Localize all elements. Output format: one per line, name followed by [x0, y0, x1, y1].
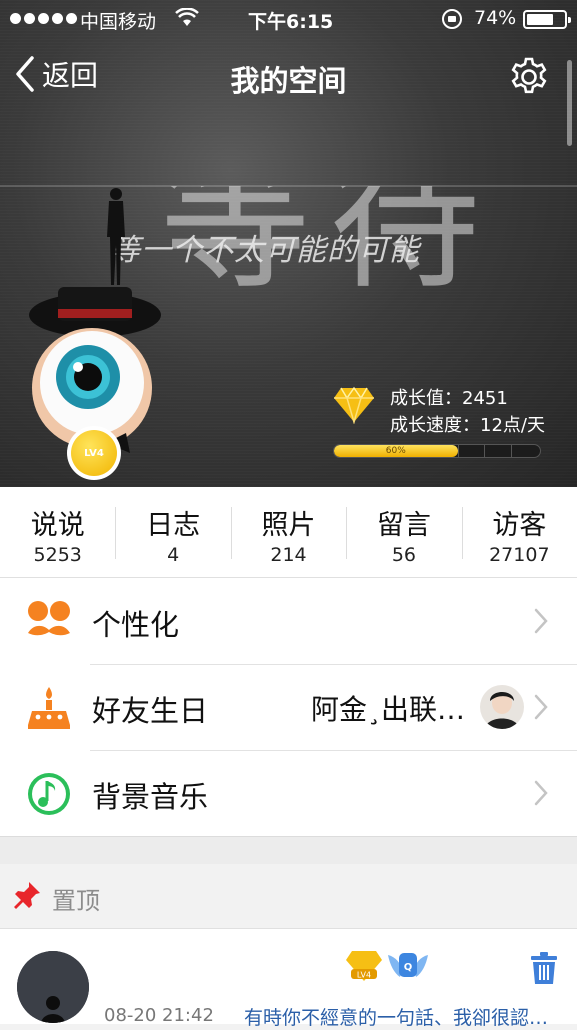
stat-label: 照片 [261, 510, 316, 541]
stat-label: 日志 [146, 510, 201, 541]
friend-avatar[interactable] [480, 685, 524, 729]
signal-strength-icon [10, 13, 77, 24]
stat-value: 4 [167, 544, 180, 566]
birthday-friends: 阿金¸出联… [310, 693, 465, 726]
menu-item-label: 好友生日 [92, 694, 209, 728]
level-badge-text: LV4 [71, 430, 117, 476]
gear-icon[interactable] [508, 56, 550, 98]
post-text[interactable]: 有時你不經意的一句話、我卻很認… [244, 1003, 548, 1030]
stats-bar: 说说 5253 日志 4 照片 214 留言 56 访客 27107 [0, 487, 577, 577]
stat-blog[interactable]: 日志 4 [115, 487, 230, 577]
stat-visitors[interactable]: 访客 27107 [461, 487, 577, 577]
status-bar: 中国移动 下午6:15 74% [0, 0, 577, 38]
chevron-right-icon [534, 608, 548, 634]
stat-label: 留言 [376, 510, 431, 541]
menu-item-background-music[interactable]: 背景音乐 [0, 750, 577, 836]
growth-speed: 成长速度：12点/天 [390, 415, 545, 436]
profile-cover: 等待 等一个不太可能的可能 中国移动 下午6:15 74% 返回 我的空间 LV… [0, 0, 577, 487]
page-title: 我的空间 [230, 64, 347, 98]
chevron-right-icon [534, 780, 548, 806]
growth-progress-text: 60% [385, 446, 406, 456]
stat-value: 56 [391, 544, 417, 566]
wifi-icon [175, 8, 199, 26]
growth-value: 成长值：2451 [390, 388, 508, 409]
birthday-cake-icon [28, 687, 70, 729]
music-note-icon [28, 773, 70, 815]
level-diamond-badge-icon: LV4 [346, 951, 382, 981]
menu-item-friend-birthday[interactable]: 好友生日 阿金¸出联… [0, 664, 577, 750]
svg-text:LV4: LV4 [357, 971, 371, 980]
pinned-header: 置顶 [0, 864, 577, 928]
chevron-right-icon [534, 694, 548, 720]
stat-label: 访客 [492, 510, 547, 541]
pinned-post[interactable]: LV4 Q 08-20 21:42 有時你不經意的一句話、我卻很認… [0, 928, 577, 1029]
scrollbar[interactable] [567, 60, 572, 146]
settings-menu: 个性化 好友生日 阿金¸出联… 背景音乐 [0, 577, 577, 836]
mustache-icon [28, 601, 70, 636]
menu-item-personalize[interactable]: 个性化 [0, 578, 577, 664]
post-time: 08-20 21:42 [104, 1005, 214, 1026]
section-divider [0, 836, 577, 864]
stat-value: 27107 [489, 544, 550, 566]
stat-messages[interactable]: 留言 56 [346, 487, 461, 577]
status-time: 下午6:15 [248, 11, 334, 33]
nav-bar: 返回 我的空间 [0, 46, 577, 106]
menu-item-label: 背景音乐 [92, 780, 209, 814]
menu-item-label: 个性化 [92, 608, 180, 642]
post-avatar[interactable] [17, 951, 89, 1023]
pinned-label: 置顶 [52, 887, 100, 915]
growth-progress-bar: 60% [333, 444, 541, 458]
svg-text:Q: Q [404, 962, 413, 973]
stat-value: 214 [270, 544, 307, 566]
stat-photos[interactable]: 照片 214 [230, 487, 346, 577]
stat-label: 说说 [30, 510, 85, 541]
delete-trash-icon[interactable] [530, 951, 558, 985]
vip-wing-badge-icon: Q [388, 953, 428, 977]
battery-icon [523, 10, 571, 29]
diamond-icon [334, 386, 374, 424]
rotation-lock-icon [442, 9, 462, 29]
pin-icon [14, 882, 40, 909]
stat-shuoshuo[interactable]: 说说 5253 [0, 487, 115, 577]
carrier-name: 中国移动 [80, 11, 157, 33]
level-badge: LV4 [67, 426, 121, 480]
standing-figure-icon [107, 188, 125, 285]
cover-script-text: 等一个不太可能的可能 [110, 233, 420, 268]
stat-value: 5253 [33, 544, 82, 566]
battery-percent: 74% [474, 7, 517, 29]
